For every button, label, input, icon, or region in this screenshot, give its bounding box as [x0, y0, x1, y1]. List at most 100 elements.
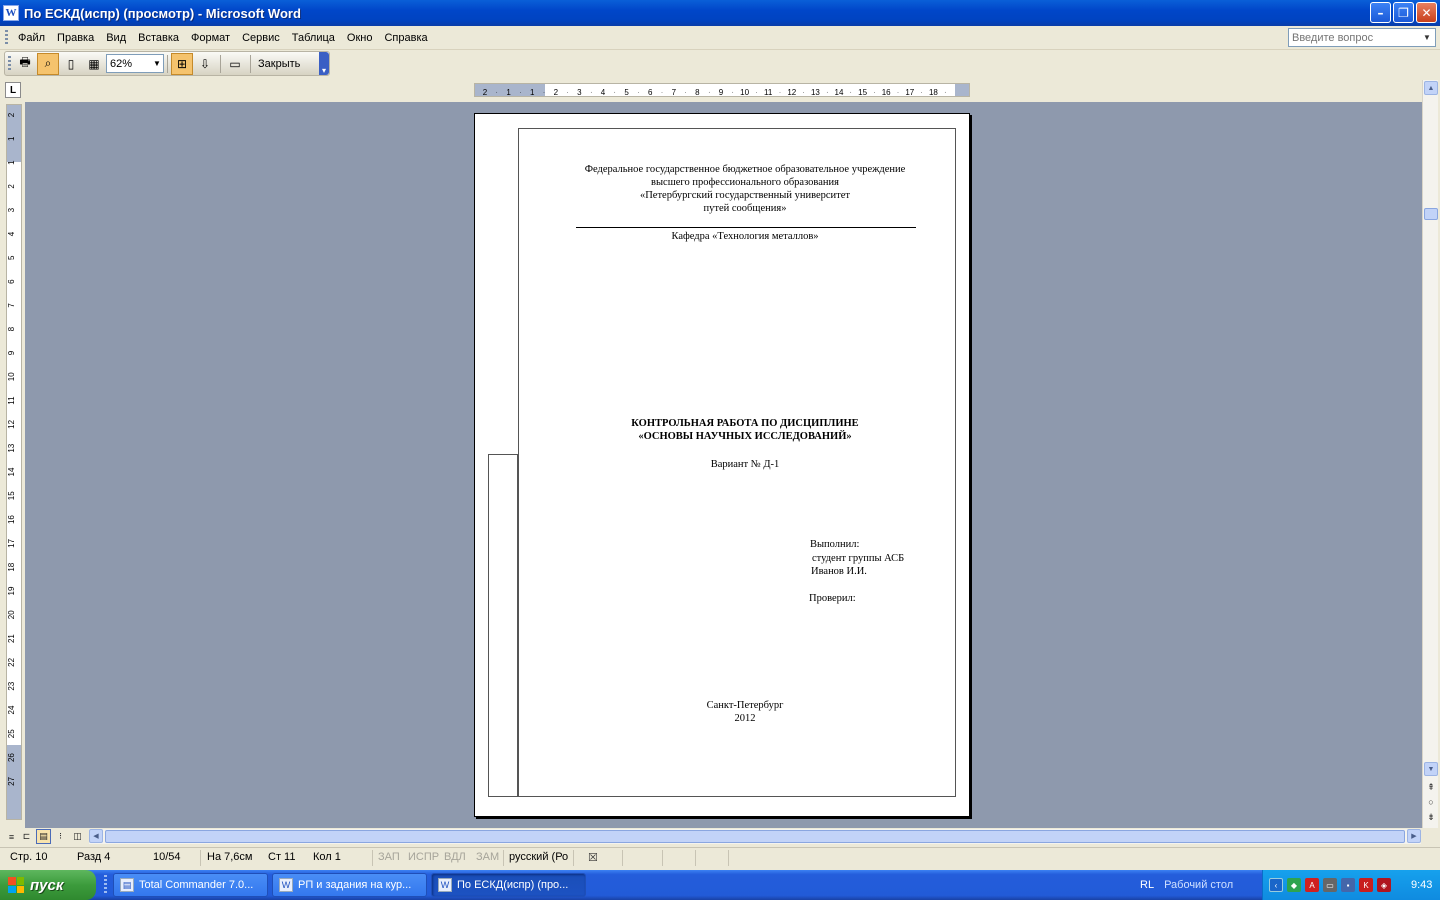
student-name: Иванов И.И.: [811, 566, 867, 577]
vertical-scroll-thumb[interactable]: [1424, 208, 1438, 220]
outline-view-icon[interactable]: ⁝: [53, 829, 68, 844]
ruler-label: 1: [506, 88, 511, 95]
word-icon: W: [438, 878, 452, 892]
chevron-down-icon[interactable]: ▼: [1421, 33, 1433, 42]
scroll-right-icon[interactable]: ▶: [1407, 829, 1421, 843]
status-page: Стр. 10: [10, 851, 48, 863]
ati-icon[interactable]: A: [1305, 878, 1319, 892]
checked-label: Проверил:: [809, 593, 856, 604]
total-commander-icon: ▤: [120, 878, 134, 892]
full-screen-icon[interactable]: ▭: [224, 53, 246, 75]
minimize-button[interactable]: –: [1370, 2, 1391, 23]
status-overtype[interactable]: ЗАМ: [476, 851, 499, 863]
vertical-ruler[interactable]: 2 1 1 2 3 4 5 6 7 8 9 10 11 12 13 14 15 16 17 18 19 20 21 22 23 2…: [6, 104, 22, 820]
help-search-box[interactable]: ▼: [1288, 28, 1436, 47]
word-icon: W: [279, 878, 293, 892]
ruler-label: 16: [7, 515, 16, 524]
print-preview-toolbar: 🖶 ⌕ ▯ ▦ 62% ▼ ⊞ ⇩ ▭ Закрыть ▾: [4, 51, 330, 76]
task-total-commander[interactable]: ▤ Total Commander 7.0...: [113, 873, 268, 897]
status-separator: [200, 850, 201, 866]
select-browse-object-icon[interactable]: ○: [1425, 795, 1437, 809]
help-search-input[interactable]: [1289, 31, 1421, 44]
binding-box: [488, 454, 518, 797]
scroll-up-icon[interactable]: ▲: [1424, 81, 1438, 95]
menu-edit[interactable]: Правка: [51, 30, 100, 46]
ruler-label: 20: [7, 610, 16, 619]
status-track-changes[interactable]: ИСПР: [408, 851, 439, 863]
magnifier-icon[interactable]: ⌕: [37, 52, 59, 75]
work-title-line: КОНТРОЛЬНАЯ РАБОТА ПО ДИСЦИПЛИНЕ: [631, 418, 859, 429]
horizontal-scroll-thumb[interactable]: [105, 830, 1405, 843]
vertical-scrollbar[interactable]: ▲ ▼ ⇞ ○ ⇟: [1422, 80, 1438, 828]
clock[interactable]: 9:43: [1411, 879, 1432, 891]
shrink-to-fit-icon[interactable]: ⇩: [194, 53, 216, 75]
ruler-row: L 2 · 1 · 1 · 2 · 3 · 4 · 5 · 6 · 7 · 8 · 9 · 10 · 11 · 12 · 13 · 14 · 1…: [0, 78, 1440, 102]
document-page[interactable]: Федеральное государственное бюджетное об…: [474, 113, 970, 817]
menu-window[interactable]: Окно: [341, 30, 379, 46]
menu-file[interactable]: Файл: [12, 30, 51, 46]
menu-help[interactable]: Справка: [378, 30, 433, 46]
windows-logo-icon: [8, 877, 24, 893]
ruler-label: 10: [7, 372, 16, 381]
window-title: По ЕСКД(испр) (просмотр) - Microsoft Wor…: [24, 5, 301, 21]
menu-format[interactable]: Формат: [185, 30, 236, 46]
spelling-check-icon[interactable]: ☒: [588, 851, 598, 864]
restore-button[interactable]: ❐: [1393, 2, 1414, 23]
print-layout-icon[interactable]: ▤: [36, 829, 51, 844]
chevron-down-icon[interactable]: ▼: [151, 59, 163, 68]
show-hidden-icons-icon[interactable]: ‹: [1269, 878, 1283, 892]
status-record[interactable]: ЗАП: [378, 851, 400, 863]
toolbar-options-icon[interactable]: ▾: [319, 52, 329, 75]
close-window-button[interactable]: ✕: [1416, 2, 1437, 23]
scroll-down-icon[interactable]: ▼: [1424, 762, 1438, 776]
normal-view-icon[interactable]: ≡: [4, 829, 19, 844]
one-page-icon[interactable]: ▯: [60, 53, 82, 75]
menu-tools[interactable]: Сервис: [236, 30, 286, 46]
menu-insert[interactable]: Вставка: [132, 30, 185, 46]
ruler-label: 11: [7, 396, 16, 405]
printer-icon[interactable]: ▭: [1323, 878, 1337, 892]
ruler-tick: ·: [543, 90, 545, 95]
task-label: РП и задания на кур...: [298, 879, 412, 891]
desktop-toolbar-label[interactable]: Рабочий стол: [1164, 879, 1233, 891]
horizontal-scrollbar[interactable]: ◀ ▶: [89, 829, 1421, 844]
ruler-label: 14: [835, 88, 844, 95]
taskbar-grip[interactable]: [104, 875, 107, 895]
ruler-tick: ·: [897, 90, 899, 95]
next-page-icon[interactable]: ⇟: [1425, 810, 1437, 824]
scroll-left-icon[interactable]: ◀: [89, 829, 103, 843]
kaspersky-icon[interactable]: K: [1359, 878, 1373, 892]
variant: Вариант № Д-1: [710, 459, 780, 470]
horizontal-ruler[interactable]: 2 · 1 · 1 · 2 · 3 · 4 · 5 · 6 · 7 · 8 · 9 · 10 · 11 · 12 · 13 · 14 · 15 ·…: [474, 83, 970, 97]
close-preview-button[interactable]: Закрыть: [254, 58, 304, 70]
language-indicator[interactable]: RL: [1140, 879, 1154, 891]
web-layout-icon[interactable]: ⊏: [19, 829, 34, 844]
ruler-label: 13: [7, 443, 16, 452]
reading-layout-icon[interactable]: ◫: [70, 829, 85, 844]
view-ruler-icon[interactable]: ⊞: [171, 52, 193, 75]
ruler-label: 17: [7, 538, 16, 547]
status-page-of: 10/54: [153, 851, 181, 863]
multiple-pages-icon[interactable]: ▦: [83, 53, 105, 75]
menu-grip[interactable]: [5, 29, 8, 46]
display-icon[interactable]: ▪: [1341, 878, 1355, 892]
status-language[interactable]: русский (Ро: [509, 851, 568, 863]
ruler-label: 7: [7, 303, 16, 308]
start-button[interactable]: пуск: [0, 870, 96, 900]
toolbar-grip[interactable]: [8, 55, 11, 72]
vertical-ruler-ticks: 2112345678910111213141516171819202122232…: [7, 112, 16, 786]
network-icon[interactable]: ◆: [1287, 878, 1301, 892]
ruler-label: 2: [7, 112, 16, 117]
menu-table[interactable]: Таблица: [286, 30, 341, 46]
status-extend[interactable]: ВДЛ: [444, 851, 466, 863]
menu-view[interactable]: Вид: [100, 30, 132, 46]
ruler-label: 5: [624, 88, 629, 95]
print-icon[interactable]: 🖶: [14, 53, 36, 75]
task-rp-document[interactable]: W РП и задания на кур...: [272, 873, 427, 897]
zoom-select[interactable]: 62% ▼: [106, 54, 164, 73]
document-area[interactable]: Федеральное государственное бюджетное об…: [25, 102, 1422, 828]
task-eskd-document[interactable]: W По ЕСКД(испр) (про...: [431, 873, 586, 897]
shield-icon[interactable]: ◈: [1377, 878, 1391, 892]
previous-page-icon[interactable]: ⇞: [1425, 780, 1437, 794]
tab-selector-icon[interactable]: L: [5, 82, 21, 98]
